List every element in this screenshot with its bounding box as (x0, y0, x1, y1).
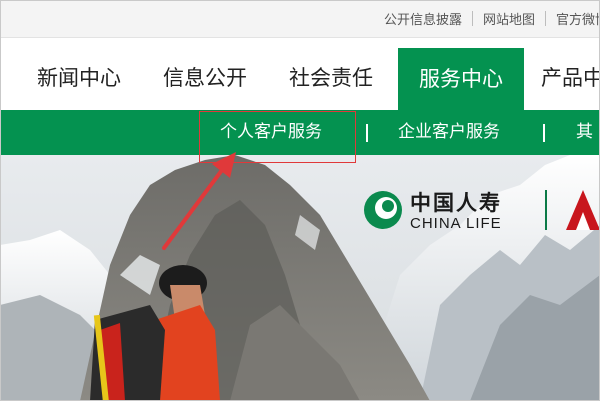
top-link-disclosure[interactable]: 公开信息披露 (384, 9, 462, 28)
subnav-separator (366, 124, 368, 142)
top-link-sitemap[interactable]: 网站地图 (483, 9, 535, 28)
top-link-divider (471, 11, 473, 26)
nav-products[interactable]: 产品中 (541, 38, 600, 110)
nav-service-center[interactable]: 服务中心 (398, 48, 524, 110)
main-navigation: 新闻中心 信息公开 社会责任 服务中心 产品中 (0, 38, 600, 110)
china-life-logo-icon (364, 190, 402, 229)
nav-info-disclosure[interactable]: 信息公开 (163, 38, 247, 110)
annotation-arrow-icon (162, 152, 236, 250)
china-life-logo[interactable]: 中国人寿 CHINA LIFE (362, 187, 502, 232)
logo-chinese-name: 中国人寿 (410, 191, 502, 215)
nav-social-responsibility[interactable]: 社会责任 (289, 38, 373, 110)
top-link-divider (544, 11, 546, 26)
subnav-other[interactable]: 其 (576, 110, 593, 155)
subnav-separator (543, 124, 545, 142)
top-links: 公开信息披露 网站地图 官方微博 (384, 9, 600, 28)
nav-news-center[interactable]: 新闻中心 (37, 38, 121, 110)
logo-text: 中国人寿 CHINA LIFE (410, 187, 502, 232)
logo-divider (545, 190, 547, 230)
top-link-weibo[interactable]: 官方微博 (556, 9, 600, 28)
subnav-enterprise-service[interactable]: 企业客户服务 (398, 110, 500, 155)
hero-banner (0, 155, 600, 401)
top-utility-bar: 公开信息披露 网站地图 官方微博 (0, 0, 600, 38)
logo-english-name: CHINA LIFE (410, 215, 502, 232)
partner-logo-icon (566, 190, 600, 230)
mountain-scene-image (0, 155, 600, 401)
